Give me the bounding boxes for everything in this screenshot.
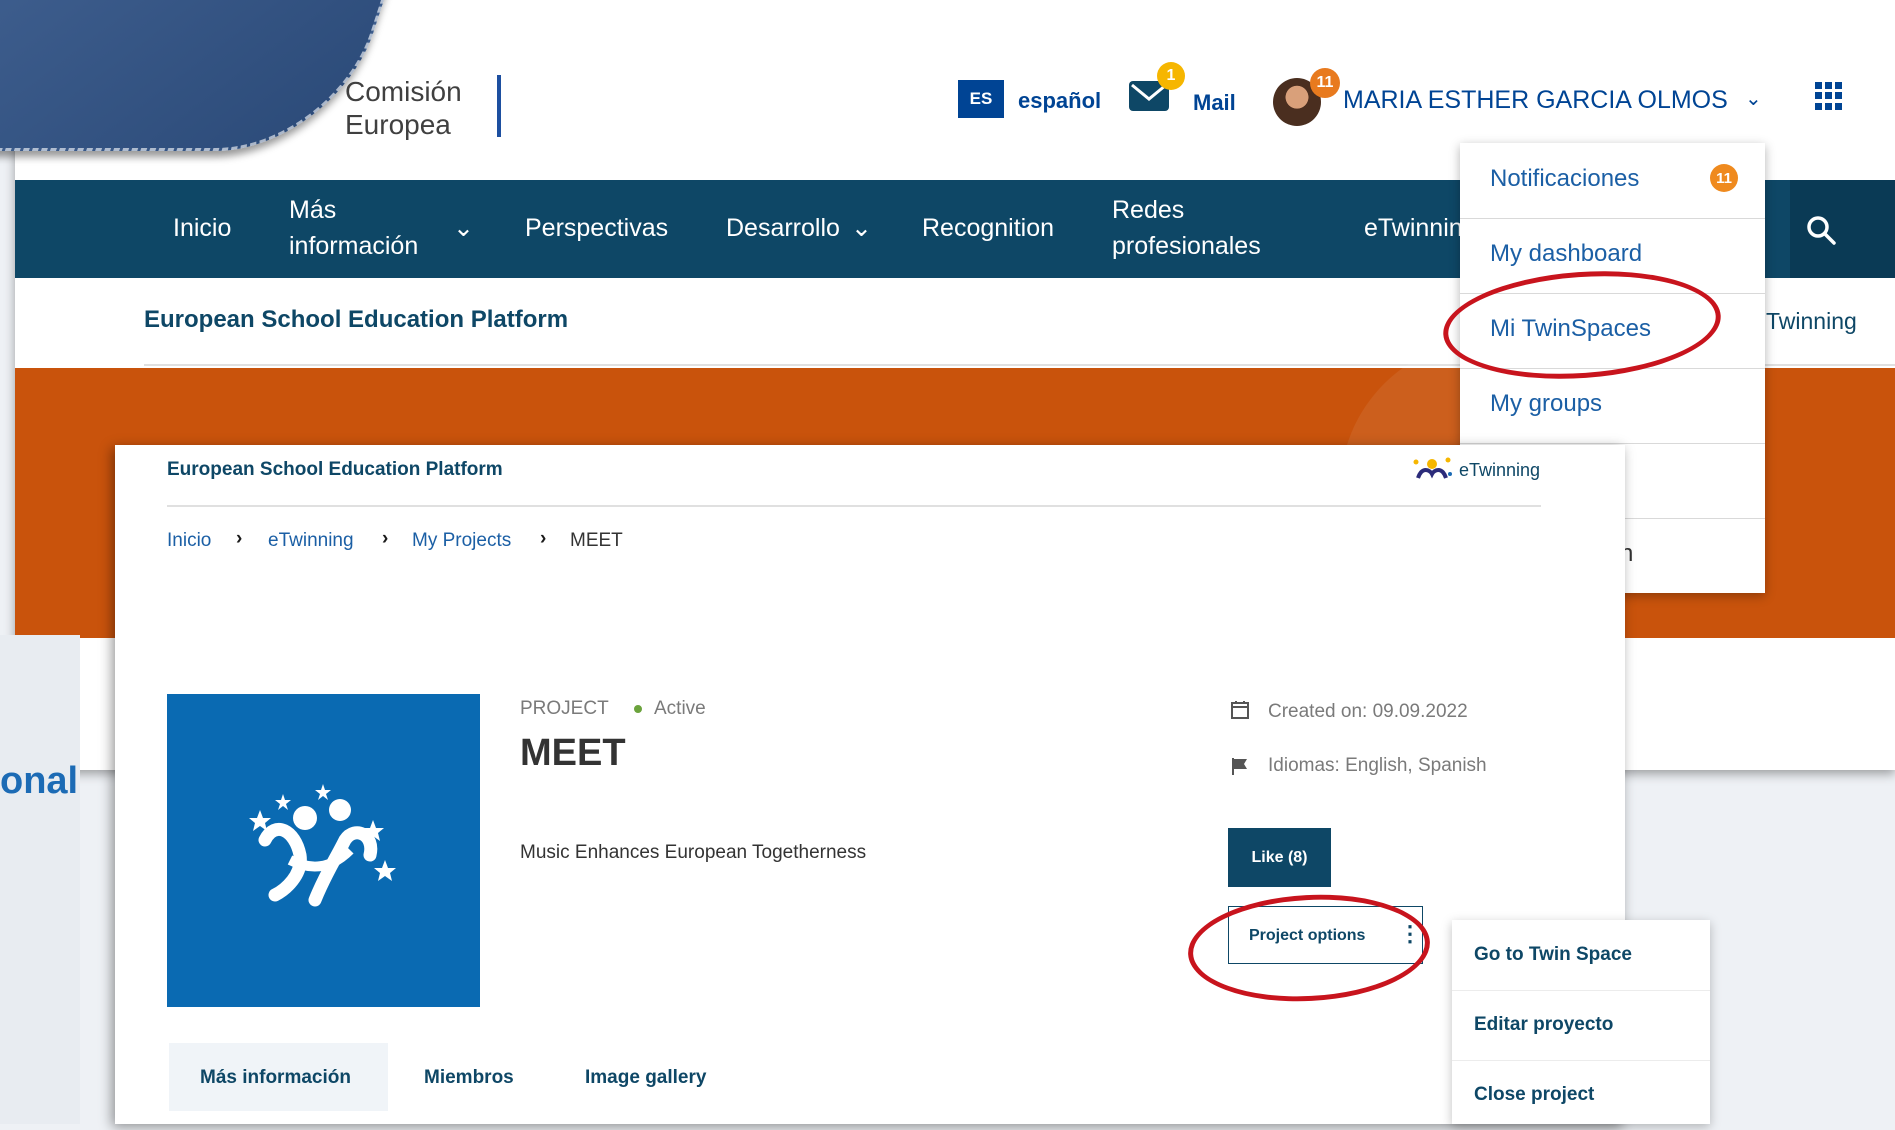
created-date: Created on: 09.09.2022 [1268, 701, 1468, 722]
fragment-text: onal [0, 760, 79, 802]
platform-title[interactable]: European School Education Platform [144, 306, 568, 334]
mail-count-badge: 1 [1157, 62, 1185, 90]
user-menu-toggle[interactable]: MARIA ESTHER GARCIA OLMOS [1343, 86, 1728, 115]
project-languages: Idiomas: English, Spanish [1268, 755, 1487, 776]
menu-item-label: Go to Twin Space [1474, 944, 1632, 965]
divider [167, 505, 1541, 507]
status-badge: Active [654, 698, 706, 719]
tab-image-gallery[interactable]: Image gallery [585, 1043, 725, 1111]
nav-redes-line2: profesionales [1112, 232, 1261, 260]
search-icon[interactable] [1805, 214, 1837, 246]
menu-item-label: My dashboard [1490, 240, 1643, 267]
menu-item-label: My groups [1490, 390, 1603, 417]
flag-icon [1232, 758, 1247, 775]
nav-redes-profesionales[interactable]: Redes profesionales [1112, 192, 1261, 264]
nav-etwinning[interactable]: eTwinnin [1364, 210, 1463, 246]
notification-count-badge: 11 [1710, 164, 1738, 192]
tab-miembros[interactable]: Miembros [424, 1043, 534, 1111]
platform-title[interactable]: European School Education Platform [167, 459, 503, 481]
nav-recognition[interactable]: Recognition [922, 210, 1054, 246]
apps-grid-icon[interactable] [1815, 82, 1843, 110]
menu-item-label: Notificaciones [1490, 165, 1640, 192]
project-options-menu: Go to Twin Space Editar proyecto Close p… [1452, 920, 1710, 1124]
project-options-button[interactable]: Project options ⋮ [1228, 906, 1423, 964]
background-fragment [0, 635, 80, 1124]
chevron-down-icon[interactable]: ⌄ [851, 210, 872, 246]
tab-label: Image gallery [585, 1067, 707, 1088]
like-button[interactable]: Like (8) [1228, 828, 1331, 887]
etwinning-label: eTwinning [1459, 460, 1541, 480]
chevron-down-icon[interactable]: ⌄ [453, 210, 474, 246]
menu-item-mi-twinspaces[interactable]: Mi TwinSpaces [1460, 293, 1765, 369]
breadcrumb-separator-icon: › [236, 528, 243, 549]
etwinning-link[interactable]: Twinning [1766, 308, 1857, 335]
tab-mas-informacion[interactable]: Más información [169, 1043, 388, 1111]
menu-item-label: Mi TwinSpaces [1490, 315, 1651, 342]
menu-item-my-groups[interactable]: My groups [1460, 368, 1765, 444]
menu-item-my-dashboard[interactable]: My dashboard [1460, 218, 1765, 294]
nav-desarrollo[interactable]: Desarrollo [726, 210, 840, 246]
notification-count-badge: 11 [1310, 68, 1340, 98]
project-options-label: Project options [1249, 927, 1366, 944]
project-kind-label: PROJECT [520, 698, 609, 719]
breadcrumb-current: MEET [570, 530, 623, 551]
nav-mas-line2: información [289, 232, 419, 260]
project-description: Music Enhances European Togetherness [520, 842, 867, 863]
breadcrumb-separator-icon: › [540, 528, 547, 549]
logo-line-1: Comisión [345, 76, 462, 107]
breadcrumb-my-projects[interactable]: My Projects [412, 530, 511, 552]
kebab-menu-icon: ⋮ [1399, 921, 1421, 946]
nav-perspectivas[interactable]: Perspectivas [525, 210, 668, 246]
menu-item-editar-proyecto[interactable]: Editar proyecto [1452, 990, 1710, 1061]
nav-redes-line1: Redes [1112, 196, 1185, 224]
menu-item-close-project[interactable]: Close project [1452, 1060, 1710, 1130]
etwinning-logo-icon [249, 784, 396, 907]
tab-label: Miembros [424, 1067, 514, 1088]
comision-europea-logo[interactable]: Comisión Europea [345, 75, 462, 141]
breadcrumb-inicio[interactable]: Inicio [167, 530, 211, 552]
status-dot-icon [634, 705, 642, 713]
etwinning-logo-icon [1413, 457, 1452, 479]
logo-divider [497, 75, 501, 137]
language-badge[interactable]: ES [958, 80, 1004, 118]
calendar-icon [1231, 701, 1249, 719]
breadcrumb-etwinning[interactable]: eTwinning [268, 530, 354, 552]
project-title: MEET [520, 732, 626, 774]
menu-item-label: Editar proyecto [1474, 1014, 1614, 1035]
tab-label: Más información [200, 1067, 351, 1088]
chevron-down-icon[interactable]: ⌄ [1745, 86, 1762, 111]
nav-mas-informacion[interactable]: Más información [289, 192, 418, 264]
logo-line-2: Europea [345, 109, 451, 140]
language-selector[interactable]: español [1018, 88, 1101, 114]
breadcrumb-separator-icon: › [382, 528, 389, 549]
mail-link[interactable]: Mail [1193, 90, 1236, 116]
nav-inicio[interactable]: Inicio [173, 210, 231, 246]
menu-item-go-to-twinspace[interactable]: Go to Twin Space [1452, 920, 1710, 991]
nav-mas-line1: Más [289, 196, 337, 224]
menu-item-label: Close project [1474, 1084, 1595, 1105]
